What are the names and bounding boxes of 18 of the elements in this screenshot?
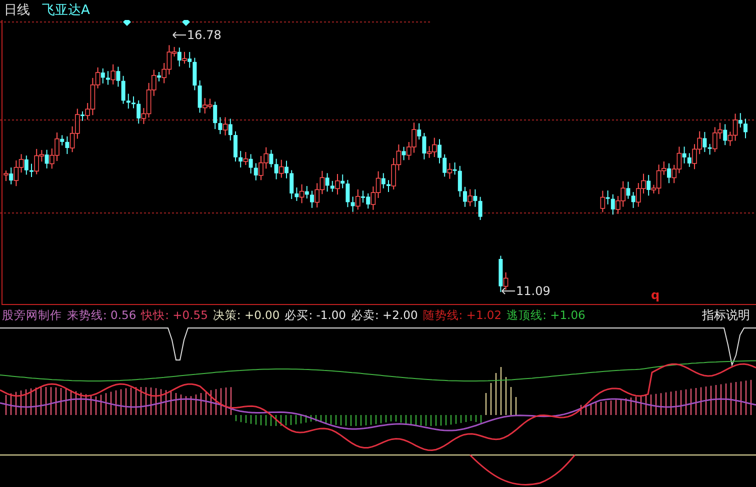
marker-label: q bbox=[651, 288, 660, 302]
indicator-value: 逃顶线: +1.06 bbox=[506, 308, 586, 322]
diamond-marker-icon bbox=[123, 20, 131, 26]
period-label: 日线 bbox=[4, 2, 30, 19]
indicator-value: 决策: +0.00 bbox=[212, 308, 280, 322]
indicator-value: 必卖: +2.00 bbox=[351, 308, 418, 322]
indicator-value: 必买: -1.00 bbox=[284, 308, 346, 322]
high-price-label: 16.78 bbox=[187, 28, 222, 42]
indicator-value: 随势线: +1.02 bbox=[422, 308, 502, 322]
low-price-label: 11.09 bbox=[516, 284, 550, 298]
arrow-icon bbox=[501, 287, 515, 295]
indicator-value: 快快: +0.55 bbox=[141, 308, 208, 322]
indicator-help-button[interactable]: 指标说明 bbox=[700, 306, 752, 324]
diamond-marker-icon bbox=[182, 20, 190, 26]
stock-name: 飞亚达A bbox=[42, 2, 90, 19]
arrow-icon bbox=[172, 31, 186, 39]
indicator-value: 来势线: 0.56 bbox=[67, 308, 136, 322]
indicator-title: 股旁网制作 bbox=[2, 308, 62, 322]
